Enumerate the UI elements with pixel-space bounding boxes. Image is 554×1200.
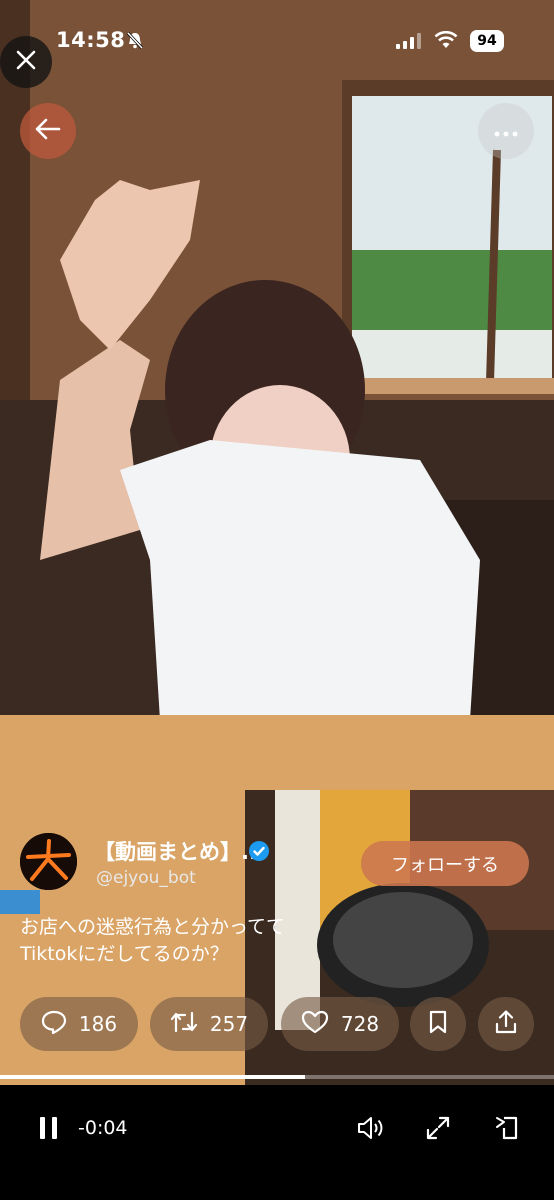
avatar[interactable] [20, 833, 77, 890]
reply-count: 186 [78, 1012, 118, 1036]
status-time: 14:58 [56, 28, 126, 52]
reply-icon [41, 1010, 67, 1039]
player-controls: -0:04 [0, 1085, 554, 1200]
bookmark-button[interactable] [410, 997, 466, 1051]
volume-icon[interactable] [356, 1115, 386, 1145]
retweet-button[interactable]: 257 [150, 997, 268, 1051]
follow-label: フォローする [391, 854, 499, 876]
status-bar: 14:58 94 [0, 0, 554, 80]
rotate-icon[interactable] [494, 1114, 522, 1146]
like-count: 728 [340, 1012, 380, 1036]
verified-icon [248, 840, 270, 866]
close-button[interactable] [0, 36, 52, 88]
display-name[interactable]: 【動画まとめ】... [94, 836, 265, 866]
retweet-icon [170, 1010, 198, 1039]
tweet-text: お店への迷惑行為と分かってて Tiktokにだしてるのか？ [20, 914, 350, 968]
battery-indicator: 94 [470, 30, 504, 52]
share-button[interactable] [478, 997, 534, 1051]
back-button[interactable] [20, 103, 76, 159]
video-progress-bar[interactable] [0, 1075, 554, 1079]
video-progress-fill [0, 1075, 305, 1079]
expand-icon[interactable] [425, 1115, 451, 1145]
pause-icon[interactable] [38, 1115, 60, 1145]
user-handle[interactable]: @ejyou_bot [96, 868, 196, 888]
like-button[interactable]: 728 [281, 997, 399, 1051]
like-icon [301, 1010, 329, 1039]
retweet-count: 257 [209, 1012, 249, 1036]
share-icon [494, 1009, 518, 1040]
reply-button[interactable]: 186 [20, 997, 138, 1051]
bookmark-icon [428, 1010, 448, 1039]
wifi-icon [434, 30, 458, 53]
follow-button[interactable]: フォローする [361, 841, 529, 886]
tweet-text-line: お店への迷惑行為と分かってて [20, 916, 286, 938]
close-icon [15, 49, 37, 75]
avatar-logo [20, 833, 77, 890]
tweet-text-line: Tiktokにだしてるのか？ [20, 943, 229, 965]
more-button[interactable] [478, 103, 534, 159]
more-icon [494, 122, 518, 141]
back-arrow-icon [35, 118, 61, 144]
time-remaining: -0:04 [78, 1117, 128, 1139]
bell-muted-icon [126, 31, 144, 53]
signal-icon [396, 33, 422, 53]
